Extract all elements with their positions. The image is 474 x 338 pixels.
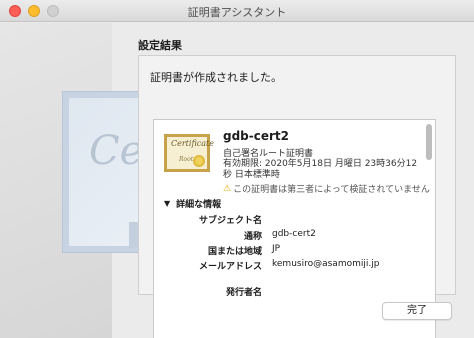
- field-value-country: JP: [272, 244, 281, 254]
- certificate-icon-title: Certificate: [171, 139, 214, 148]
- details-toggle[interactable]: ▼ 詳細な情報: [164, 197, 221, 210]
- certificate-name: gdb-cert2: [223, 129, 290, 143]
- certificate-icon: Certificate Root: [164, 134, 214, 172]
- certificate-expiry: 有効期限: 2020年5月18日 月曜日 23時36分12秒 日本標準時: [223, 159, 418, 180]
- field-label-email: メールアドレス: [198, 262, 262, 272]
- result-panel: 証明書が作成されました。 Certificate Root gdb-cert2 …: [138, 55, 456, 338]
- detail-scrollbar[interactable]: [426, 124, 432, 160]
- section-title: 設定結果: [138, 39, 182, 52]
- seal-icon: [193, 155, 205, 167]
- certificate-warning-text: この証明書は第三者によって検証されていません: [233, 185, 430, 195]
- issuer-name-header: 発行者名: [225, 288, 262, 298]
- certificate-warning: ⚠ この証明書は第三者によって検証されていません: [223, 182, 430, 196]
- window-title: 証明書アシスタント: [187, 6, 287, 19]
- warning-icon: ⚠: [223, 183, 232, 194]
- certificate-icon-subtitle: Root: [179, 156, 194, 163]
- subject-name-header: サブジェクト名: [198, 216, 262, 226]
- done-button[interactable]: 完了: [382, 302, 452, 320]
- field-label-common-name: 通称: [243, 232, 262, 242]
- details-toggle-label: 詳細な情報: [176, 200, 222, 210]
- certificate-type: 自己署名ルート証明書: [223, 149, 314, 159]
- title-bar: 証明書アシスタント: [0, 0, 474, 22]
- field-label-country: 国または地域: [207, 247, 262, 257]
- result-message: 証明書が作成されました。: [150, 71, 282, 84]
- disclosure-triangle-icon[interactable]: ▼: [164, 199, 170, 208]
- field-value-email: kemusiro@asamomiji.jp: [272, 259, 380, 269]
- field-value-common-name: gdb-cert2: [272, 229, 316, 239]
